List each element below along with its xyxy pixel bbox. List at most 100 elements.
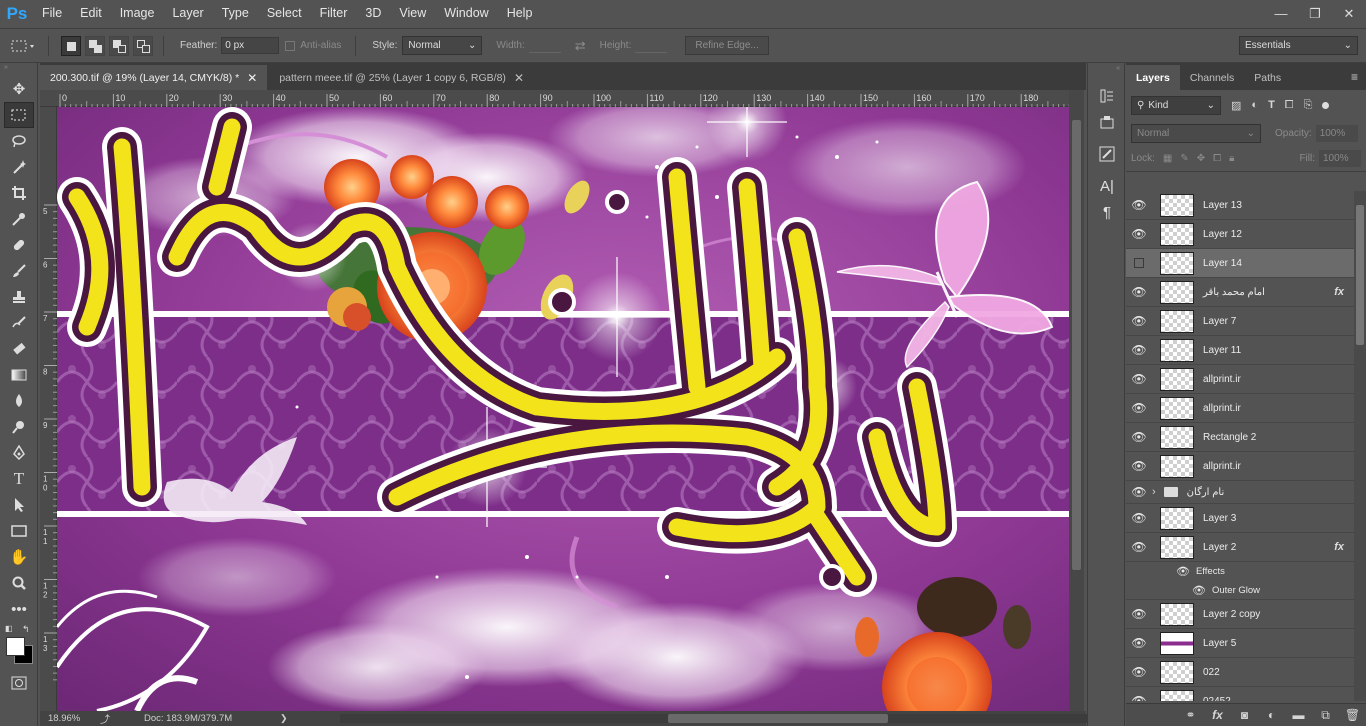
lasso-tool-icon[interactable] [0,128,38,154]
visibility-eye-icon[interactable]: 👁︎ [1126,485,1152,499]
brush-tool-icon[interactable] [0,258,38,284]
width-input[interactable] [528,39,561,53]
tab-200-300[interactable]: 200.300.tif @ 19% (Layer 14, CMYK/8) * ✕ [40,65,268,90]
crop-tool-icon[interactable] [0,180,38,206]
menu-select[interactable]: Select [259,0,312,27]
feather-input[interactable]: 0 px [221,37,280,54]
visibility-eye-icon[interactable]: 👁︎ [1126,665,1152,679]
adjustment-layer-icon[interactable]: ◐ [1258,708,1285,722]
close-icon[interactable]: ✕ [514,71,524,85]
layer-effects-badge[interactable]: fx [1334,541,1344,553]
visibility-eye-icon[interactable]: 👁︎ [1126,694,1152,701]
layer-row[interactable]: 👁︎ امام محمد باقر fx [1126,278,1354,307]
fill-input[interactable]: 100% [1319,150,1361,167]
hand-tool-icon[interactable]: ✋ [0,544,38,570]
delete-layer-icon[interactable]: 🗑︎ [1339,708,1366,722]
new-selection-button[interactable] [61,35,81,56]
visibility-eye-icon[interactable]: 👁︎ [1126,227,1152,241]
eyedropper-tool-icon[interactable] [0,206,38,232]
panel-collapse-icon[interactable]: « [1088,63,1124,83]
layer-row[interactable]: 👁︎ › نام ارگان [1126,481,1354,504]
magic-wand-tool-icon[interactable] [0,154,38,180]
layer-row[interactable]: 👁︎ 022 [1126,658,1354,687]
menu-file[interactable]: File [34,0,72,27]
visibility-eye-icon[interactable]: 👁︎ [1126,401,1152,415]
quick-mask-icon[interactable] [0,670,38,696]
intersect-selection-button[interactable] [133,35,153,56]
layer-row[interactable]: 👁︎ Layer 12 [1126,220,1354,249]
add-mask-icon[interactable]: ◙ [1231,708,1258,722]
dodge-tool-icon[interactable] [0,414,38,440]
visibility-eye-icon[interactable]: 👁︎ [1192,584,1206,597]
rectangular-marquee-tool-icon[interactable] [4,102,34,128]
visibility-eye-icon[interactable]: 👁︎ [1126,636,1152,650]
layer-row[interactable]: 👁︎ allprint.ir [1126,452,1354,481]
horizontal-scrollbar[interactable] [340,714,1100,723]
rectangle-tool-icon[interactable] [0,518,38,544]
brush-settings-icon[interactable] [1088,141,1126,167]
move-tool-icon[interactable]: ✥ [0,76,38,102]
tool-preset-picker[interactable] [6,34,40,58]
path-selection-tool-icon[interactable] [0,492,38,518]
adjustment-filter-icon[interactable]: ◐ [1251,99,1258,111]
pen-tool-icon[interactable] [0,440,38,466]
more-tools-icon[interactable]: ••• [0,596,38,622]
pixel-filter-icon[interactable]: ▨ [1231,99,1241,112]
visibility-eye-icon[interactable]: 👁︎ [1126,540,1152,554]
close-icon[interactable]: ✕ [247,71,257,85]
outer-glow-row[interactable]: 👁︎ Outer Glow [1126,581,1354,600]
layer-row[interactable]: 👁︎ allprint.ir [1126,394,1354,423]
layer-row[interactable]: 👁︎ Layer 2 copy [1126,600,1354,629]
layer-row[interactable]: 👁︎ Layer 3 [1126,504,1354,533]
visibility-eye-icon[interactable]: 👁︎ [1126,285,1152,299]
swap-icon[interactable]: ⇄ [575,38,586,54]
visibility-eye-icon[interactable]: 👁︎ [1126,607,1152,621]
layer-row[interactable]: 👁︎ Layer 11 [1126,336,1354,365]
add-style-icon[interactable]: fx [1204,708,1231,722]
lock-position-icon[interactable]: ✥ [1197,153,1205,164]
type-filter-icon[interactable]: T [1268,99,1275,111]
lock-transparent-icon[interactable]: ▦ [1163,153,1172,164]
subtract-selection-button[interactable] [109,35,129,56]
panel-collapse-icon[interactable]: » [0,63,37,76]
clone-stamp-tool-icon[interactable] [0,284,38,310]
layer-row[interactable]: 👁︎ Layer 7 [1126,307,1354,336]
refine-edge-button[interactable]: Refine Edge... [685,36,769,55]
blend-mode-select[interactable]: Normal ⌄ [1131,123,1261,143]
panel-menu-icon[interactable]: ≡ [1343,70,1366,90]
history-panel-icon[interactable] [1088,83,1126,109]
status-menu-arrow[interactable]: ❯ [280,713,288,724]
filter-toggle-icon[interactable] [1322,101,1330,109]
document-canvas[interactable] [57,107,1069,711]
swap-colors-icon[interactable]: ↰ [22,624,30,635]
zoom-level[interactable]: 18.96% [48,713,92,724]
minimize-button[interactable]: — [1264,0,1298,27]
menu-type[interactable]: Type [214,0,259,27]
layer-row[interactable]: 👁︎ Layer 13 [1126,191,1354,220]
menu-help[interactable]: Help [499,0,543,27]
menu-image[interactable]: Image [112,0,165,27]
antialias-checkbox[interactable] [285,40,296,51]
shape-filter-icon[interactable]: ⧠ [1285,99,1294,112]
lock-artboard-icon[interactable]: ⧠ [1213,153,1221,164]
history-brush-tool-icon[interactable] [0,310,38,336]
properties-panel-icon[interactable] [1088,109,1126,135]
character-panel-icon[interactable]: A| [1088,173,1126,199]
menu-filter[interactable]: Filter [312,0,358,27]
tab-channels[interactable]: Channels [1180,65,1244,90]
chevron-right-icon[interactable]: › [1152,486,1156,498]
menu-view[interactable]: View [391,0,436,27]
visibility-eye-icon[interactable]: 👁︎ [1126,198,1152,212]
tab-layers[interactable]: Layers [1126,65,1180,90]
opacity-input[interactable]: 100% [1315,124,1358,142]
layer-effects-badge[interactable]: fx [1334,286,1344,298]
layer-row[interactable]: 👁︎ Layer 5 [1126,629,1354,658]
visibility-eye-icon[interactable]: 👁︎ [1126,343,1152,357]
visibility-eye-icon[interactable]: 👁︎ [1126,372,1152,386]
visibility-eye-icon[interactable]: 👁︎ [1126,511,1152,525]
default-colors-icon[interactable]: ◧ [5,624,13,633]
new-layer-icon[interactable]: ⧉ [1312,708,1339,723]
tab-paths[interactable]: Paths [1244,65,1291,90]
menu-3d[interactable]: 3D [357,0,391,27]
layer-row[interactable]: Layer 14 [1126,249,1354,278]
